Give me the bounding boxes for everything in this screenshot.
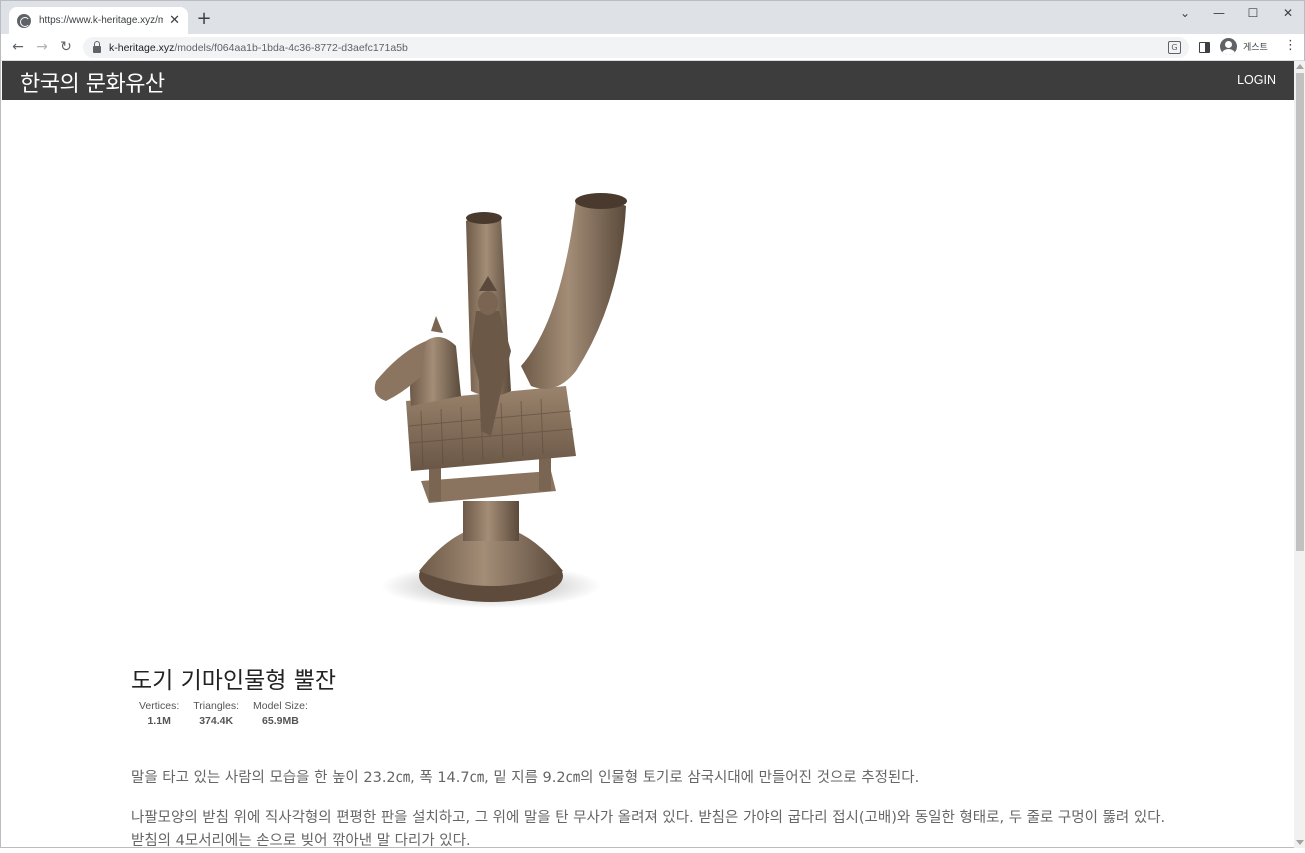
stat-model-size: Model Size: 65.9MB bbox=[253, 700, 308, 727]
minimize-icon[interactable]: — bbox=[1209, 6, 1229, 20]
address-bar[interactable]: k-heritage.xyz/models/f064aa1b-1bda-4c36… bbox=[83, 37, 1189, 58]
reload-icon[interactable]: ↻ bbox=[57, 38, 75, 56]
scroll-up-icon[interactable] bbox=[1296, 64, 1304, 69]
stat-triangles: Triangles: 374.4K bbox=[193, 700, 239, 727]
model-stats: Vertices: 1.1M Triangles: 374.4K Model S… bbox=[139, 700, 308, 727]
scroll-thumb[interactable] bbox=[1296, 73, 1304, 551]
page-scrollbar[interactable] bbox=[1294, 61, 1305, 848]
stat-label: Triangles: bbox=[193, 700, 239, 712]
model-platform bbox=[421, 471, 556, 503]
chevron-down-icon[interactable]: ⌄ bbox=[1175, 6, 1195, 20]
back-icon[interactable]: ← bbox=[9, 38, 27, 56]
browser-tab[interactable]: https://www.k-heritage.xyz/mod ✕ bbox=[9, 7, 188, 34]
close-icon[interactable]: ✕ bbox=[169, 14, 180, 27]
maximize-icon[interactable]: ☐ bbox=[1243, 6, 1263, 20]
lock-icon bbox=[93, 40, 101, 53]
profile-name: 게스트 bbox=[1243, 43, 1268, 53]
model-horn-right bbox=[521, 199, 626, 389]
forward-icon[interactable]: → bbox=[33, 38, 51, 56]
stat-value: 65.9MB bbox=[262, 715, 299, 727]
side-panel-icon[interactable] bbox=[1199, 42, 1210, 53]
model-stem bbox=[463, 501, 519, 541]
url-text: k-heritage.xyz/models/f064aa1b-1bda-4c36… bbox=[109, 42, 408, 54]
stat-value: 374.4K bbox=[199, 715, 234, 727]
plus-icon[interactable]: + bbox=[195, 10, 213, 28]
description-paragraph: 말을 타고 있는 사람의 모습을 한 높이 23.2㎝, 폭 14.7㎝, 밑 … bbox=[131, 770, 920, 786]
tab-title: https://www.k-heritage.xyz/mod bbox=[39, 15, 164, 26]
avatar-icon bbox=[1220, 38, 1237, 55]
model-viewer[interactable] bbox=[351, 181, 651, 621]
stat-vertices: Vertices: 1.1M bbox=[139, 700, 179, 727]
scroll-down-icon[interactable] bbox=[1296, 840, 1304, 845]
stat-label: Model Size: bbox=[253, 700, 308, 712]
model-title: 도기 기마인물형 뿔잔 bbox=[131, 668, 337, 694]
site-title[interactable]: 한국의 문화유산 bbox=[20, 66, 165, 98]
site-header: 한국의 문화유산 LOGIN bbox=[2, 61, 1294, 100]
model-rider-head bbox=[478, 291, 498, 315]
profile-button[interactable]: 게스트 bbox=[1220, 38, 1268, 55]
stat-value: 1.1M bbox=[147, 715, 171, 727]
login-link[interactable]: LOGIN bbox=[1237, 73, 1276, 87]
tab-strip: https://www.k-heritage.xyz/mod ✕ + ⌄ — ☐… bbox=[1, 1, 1304, 34]
url-path: /models/f064aa1b-1bda-4c36-8772-d3aefc17… bbox=[174, 41, 408, 54]
model-horse-ear bbox=[431, 316, 443, 333]
url-host: k-heritage.xyz bbox=[109, 41, 175, 54]
window-close-icon[interactable]: ✕ bbox=[1278, 6, 1298, 20]
globe-icon bbox=[17, 13, 31, 28]
description-paragraph: 나팔모양의 받침 위에 직사각형의 편평한 판을 설치하고, 그 위에 말을 탄… bbox=[131, 810, 1166, 849]
translate-icon[interactable]: G bbox=[1168, 41, 1181, 54]
model-horn-mouth bbox=[575, 193, 627, 209]
browser-window: https://www.k-heritage.xyz/mod ✕ + ⌄ — ☐… bbox=[0, 0, 1305, 849]
browser-toolbar: ← → ↻ k-heritage.xyz/models/f064aa1b-1bd… bbox=[1, 34, 1304, 61]
more-icon[interactable]: ⋮ bbox=[1284, 39, 1297, 52]
model-horn-mouth bbox=[466, 212, 502, 224]
stat-label: Vertices: bbox=[139, 700, 180, 712]
